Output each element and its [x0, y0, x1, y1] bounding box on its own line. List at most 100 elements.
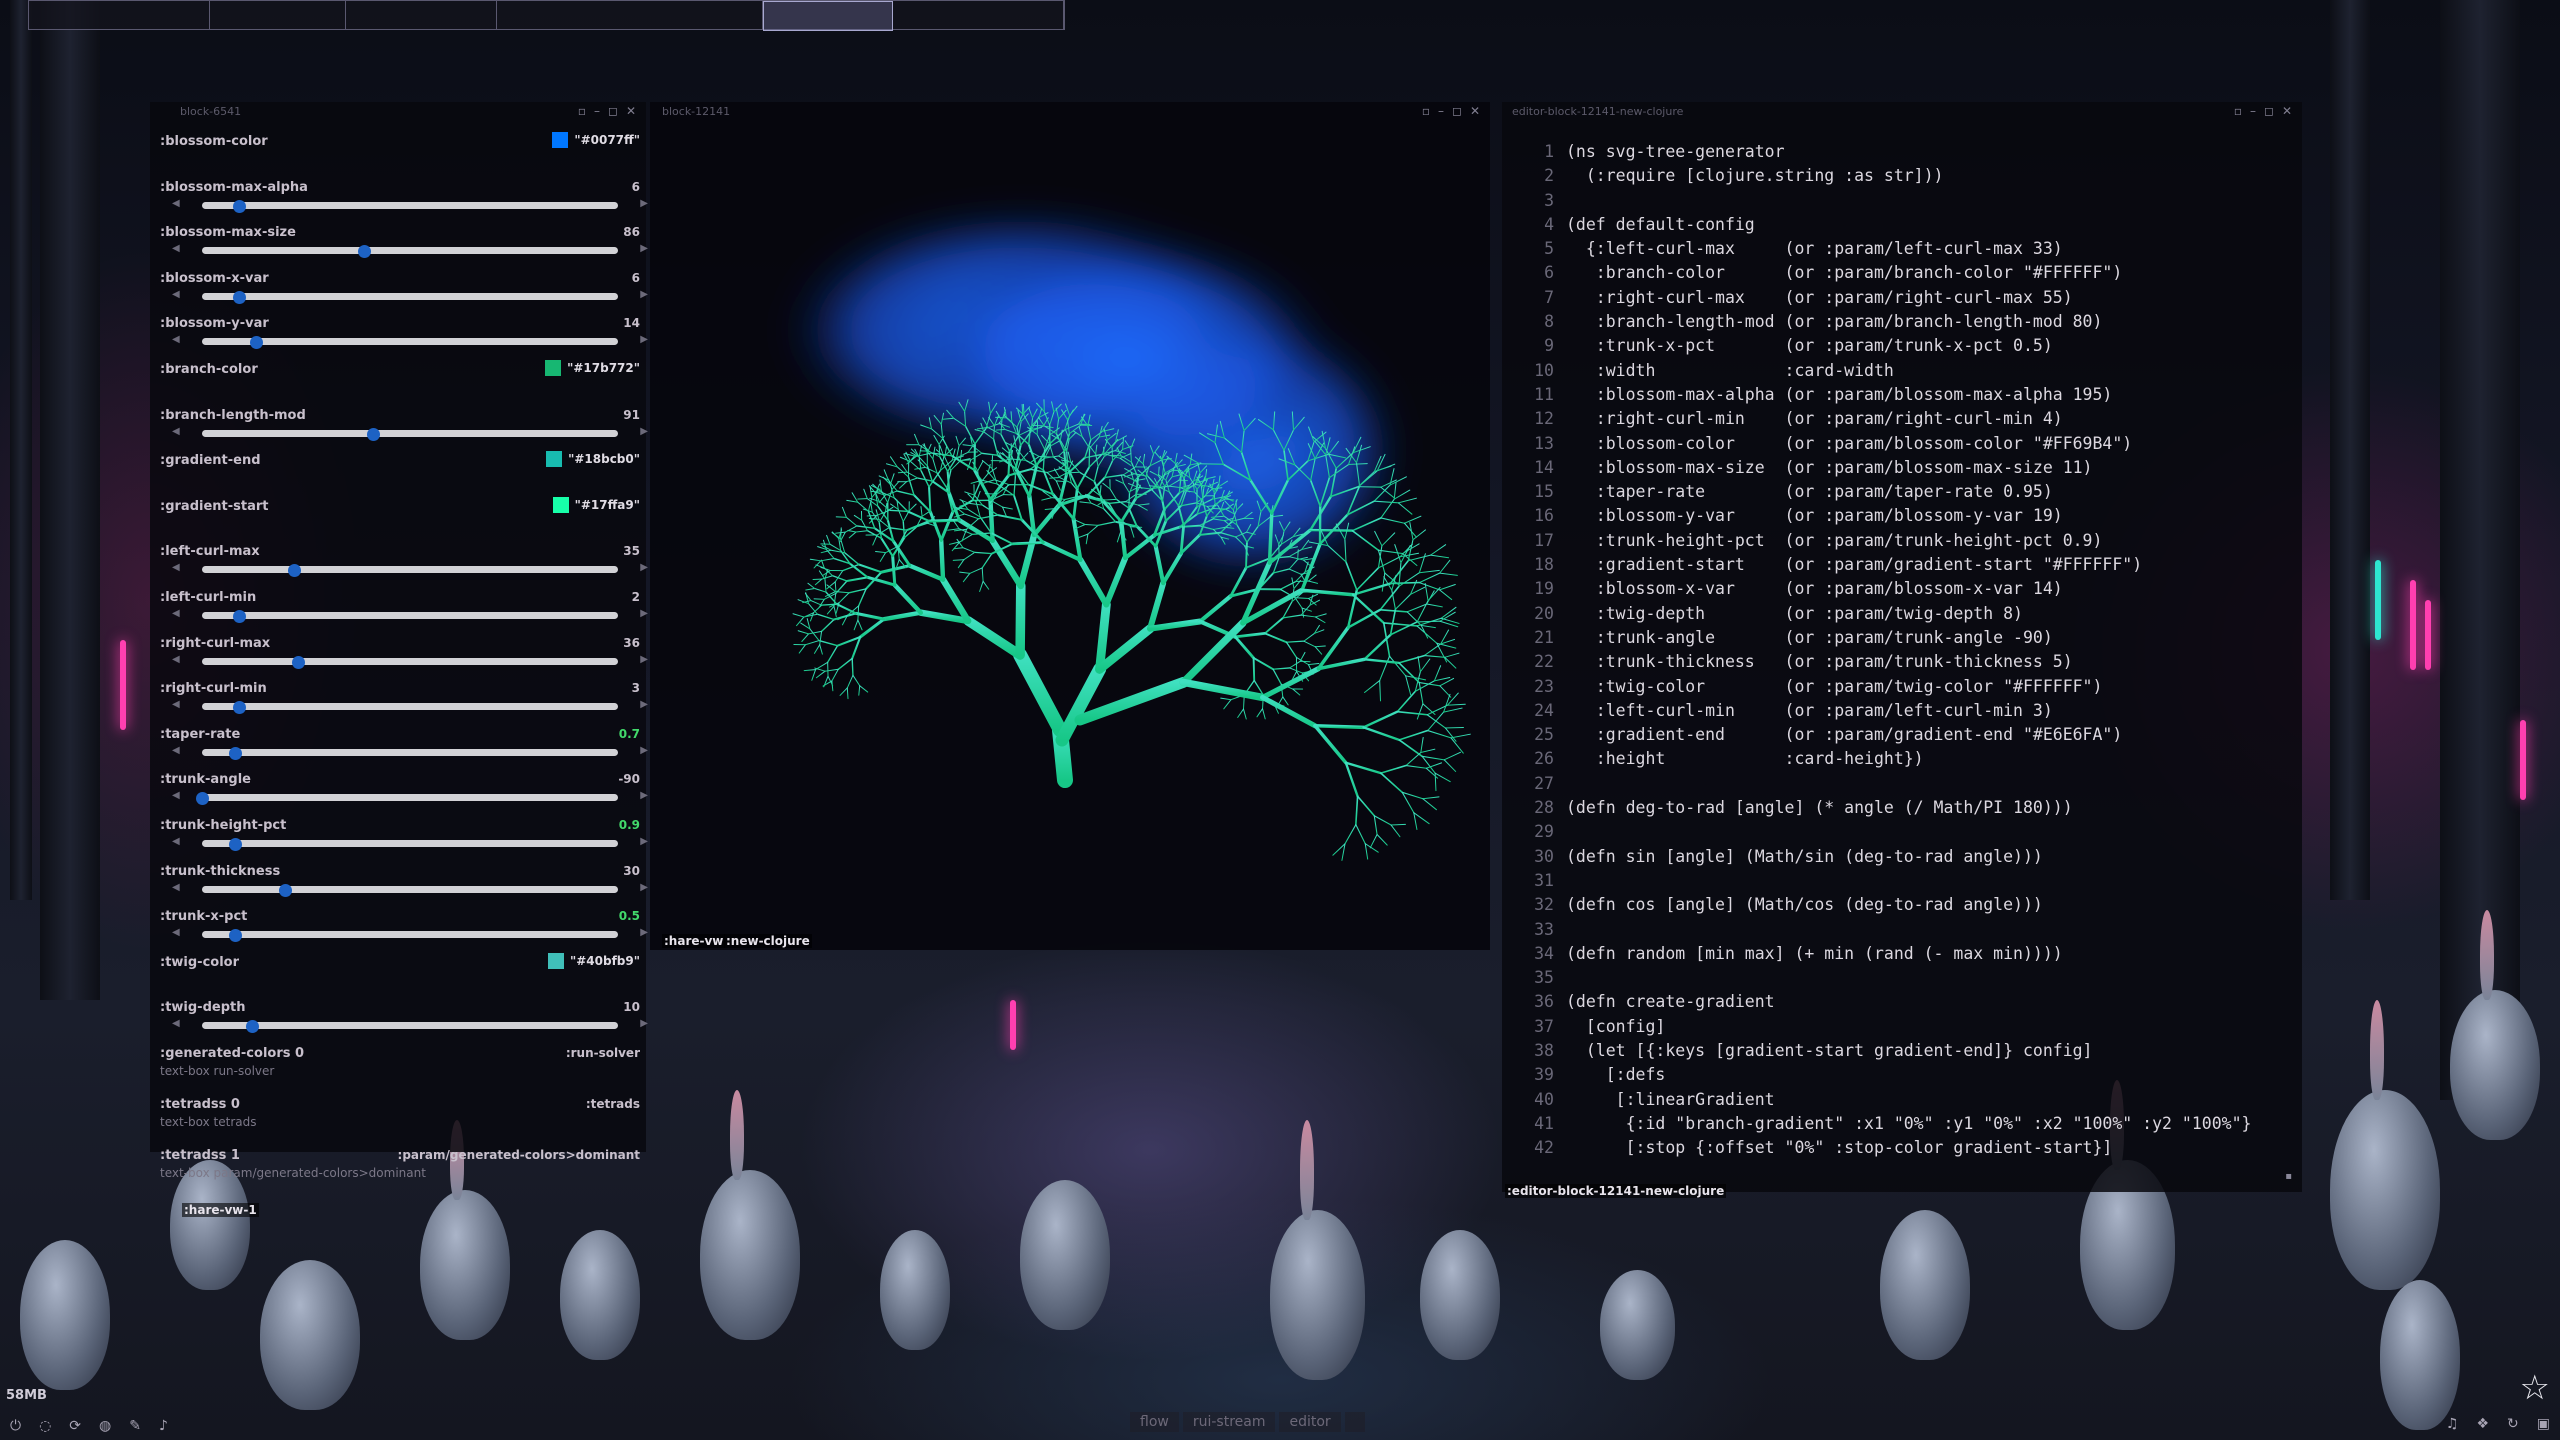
slider-increment-icon[interactable]: ▶	[640, 654, 648, 665]
star-icon[interactable]: ☆	[2520, 1368, 2550, 1408]
slider-increment-icon[interactable]: ▶	[640, 334, 648, 345]
tree-canvas[interactable]	[650, 120, 1490, 950]
slider-increment-icon[interactable]: ▶	[640, 243, 648, 254]
code-line[interactable]: 23 :twig-color (or :param/twig-color "#F…	[1502, 675, 2251, 699]
slider-track[interactable]	[202, 610, 618, 623]
code-line[interactable]: 41 {:id "branch-gradient" :x1 "0%" :y1 "…	[1502, 1112, 2251, 1136]
color-picker[interactable]: "#17b772"	[545, 360, 640, 376]
slider-track[interactable]	[202, 199, 618, 213]
slider-increment-icon[interactable]: ▶	[640, 882, 648, 893]
code-line[interactable]: 8 :branch-length-mod (or :param/branch-l…	[1502, 310, 2251, 334]
slider-decrement-icon[interactable]: ◀	[172, 927, 180, 938]
slider-track[interactable]	[202, 655, 618, 669]
code-line[interactable]: 3	[1502, 189, 2251, 213]
param-slider[interactable]: ◀ ▶	[172, 289, 648, 304]
param-slider[interactable]: ◀ ▶	[172, 699, 648, 715]
slider-track[interactable]	[202, 838, 618, 851]
workspace-tab[interactable]	[210, 1, 346, 29]
color-picker[interactable]: "#0077ff"	[552, 132, 640, 148]
slider-track[interactable]	[202, 245, 618, 259]
param-slider[interactable]: ◀ ▶	[172, 426, 648, 441]
code-line[interactable]: 21 :trunk-angle (or :param/trunk-angle -…	[1502, 626, 2251, 650]
slider-thumb[interactable]	[233, 199, 247, 213]
solver-button[interactable]: :param/generated-colors>dominant	[398, 1148, 640, 1162]
slider-increment-icon[interactable]: ▶	[640, 927, 648, 938]
layers-icon[interactable]: ❖	[2476, 1416, 2489, 1432]
color-swatch[interactable]	[552, 132, 569, 148]
code-line[interactable]: 40 [:linearGradient	[1502, 1088, 2251, 1112]
code-line[interactable]: 30 (defn sin [angle] (Math/sin (deg-to-ra…	[1502, 845, 2251, 869]
param-slider[interactable]: ◀ ▶	[172, 882, 648, 897]
minimize-icon[interactable]: –	[1438, 104, 1444, 118]
maximize-icon[interactable]: ◻	[2264, 104, 2274, 118]
maximize-icon[interactable]: ◻	[1452, 104, 1462, 118]
workspace-tab[interactable]	[29, 1, 210, 29]
bottom-tab[interactable]: rui-stream	[1182, 1412, 1276, 1432]
slider-track[interactable]	[202, 427, 618, 441]
slider-thumb[interactable]	[358, 245, 372, 259]
slider-track[interactable]	[202, 883, 618, 897]
slider-track[interactable]	[202, 929, 618, 943]
code-line[interactable]: 15 :taper-rate (or :param/taper-rate 0.9…	[1502, 480, 2251, 504]
code-line[interactable]: 27	[1502, 772, 2251, 796]
color-swatch[interactable]	[546, 451, 563, 468]
slider-decrement-icon[interactable]: ◀	[172, 654, 180, 665]
resize-handle-icon[interactable]: ▪	[2285, 1171, 2292, 1182]
workspace-tab[interactable]	[497, 1, 763, 29]
slider-decrement-icon[interactable]: ◀	[172, 882, 180, 893]
mic-icon[interactable]: ♪	[159, 1418, 168, 1434]
code-line[interactable]: 10 :width :card-width	[1502, 359, 2251, 383]
color-picker[interactable]: "#18bcb0"	[546, 451, 640, 468]
param-slider[interactable]: ◀ ▶	[172, 1018, 648, 1034]
bell-icon[interactable]: ♫	[2446, 1416, 2459, 1432]
color-swatch[interactable]	[547, 952, 564, 969]
code-line[interactable]: 17 :trunk-height-pct (or :param/trunk-he…	[1502, 529, 2251, 553]
slider-decrement-icon[interactable]: ◀	[172, 836, 180, 847]
code-line[interactable]: 38 (let [{:keys [gradient-start gradient…	[1502, 1039, 2251, 1063]
param-slider[interactable]: ◀ ▶	[172, 198, 648, 213]
slider-track[interactable]	[202, 746, 618, 760]
workspace-tab-active[interactable]	[763, 1, 893, 31]
code-line[interactable]: 24 :left-curl-min (or :param/left-curl-m…	[1502, 699, 2251, 723]
solver-button[interactable]: :run-solver	[566, 1046, 640, 1060]
param-slider[interactable]: ◀ ▶	[172, 654, 648, 669]
sync-icon[interactable]: ⟳	[69, 1418, 81, 1434]
color-picker[interactable]: "#40bfb9"	[547, 952, 640, 969]
workspace-tab[interactable]	[346, 1, 497, 29]
slider-thumb[interactable]	[233, 610, 247, 623]
slider-increment-icon[interactable]: ▶	[640, 608, 648, 619]
code-line[interactable]: 36 (defn create-gradient	[1502, 990, 2251, 1014]
close-icon[interactable]: ✕	[2282, 104, 2292, 118]
feather-icon[interactable]: ✎	[129, 1418, 141, 1434]
slider-thumb[interactable]	[229, 746, 243, 760]
maximize-icon[interactable]: ◻	[608, 104, 618, 118]
code-line[interactable]: 35	[1502, 966, 2251, 990]
slider-increment-icon[interactable]: ▶	[640, 198, 648, 209]
code-line[interactable]: 34 (defn random [min max] (+ min (rand (-…	[1502, 942, 2251, 966]
param-slider[interactable]: ◀ ▶	[172, 243, 648, 259]
code-line[interactable]: 39 [:defs	[1502, 1063, 2251, 1087]
slider-track[interactable]	[196, 792, 618, 806]
slider-decrement-icon[interactable]: ◀	[172, 334, 180, 345]
code-line[interactable]: 26 :height :card-height})	[1502, 747, 2251, 771]
slider-decrement-icon[interactable]: ◀	[172, 198, 180, 209]
solver-textbox[interactable]: text-box param/generated-colors>dominant	[160, 1166, 426, 1180]
slider-thumb[interactable]	[279, 883, 293, 897]
slider-track[interactable]	[202, 1020, 618, 1034]
code-line[interactable]: 29	[1502, 820, 2251, 844]
code-line[interactable]: 31	[1502, 869, 2251, 893]
code-line[interactable]: 9 :trunk-x-pct (or :param/trunk-x-pct 0.…	[1502, 334, 2251, 358]
param-slider[interactable]: ◀ ▶	[172, 927, 648, 943]
pin-icon[interactable]: ▫	[1422, 104, 1430, 118]
code-line[interactable]: 13 :blossom-color (or :param/blossom-col…	[1502, 432, 2251, 456]
slider-thumb[interactable]	[366, 427, 380, 441]
code-line[interactable]: 1 (ns svg-tree-generator	[1502, 140, 2251, 164]
code-line[interactable]: 7 :right-curl-max (or :param/right-curl-…	[1502, 286, 2251, 310]
workspace-tab[interactable]	[893, 1, 1064, 29]
slider-thumb[interactable]	[250, 336, 264, 350]
minimize-icon[interactable]: –	[2250, 104, 2256, 118]
bottom-tab[interactable]	[1344, 1412, 1365, 1432]
color-picker[interactable]: "#17ffa9"	[552, 496, 640, 513]
slider-decrement-icon[interactable]: ◀	[172, 790, 180, 801]
param-slider[interactable]: ◀ ▶	[172, 562, 648, 578]
